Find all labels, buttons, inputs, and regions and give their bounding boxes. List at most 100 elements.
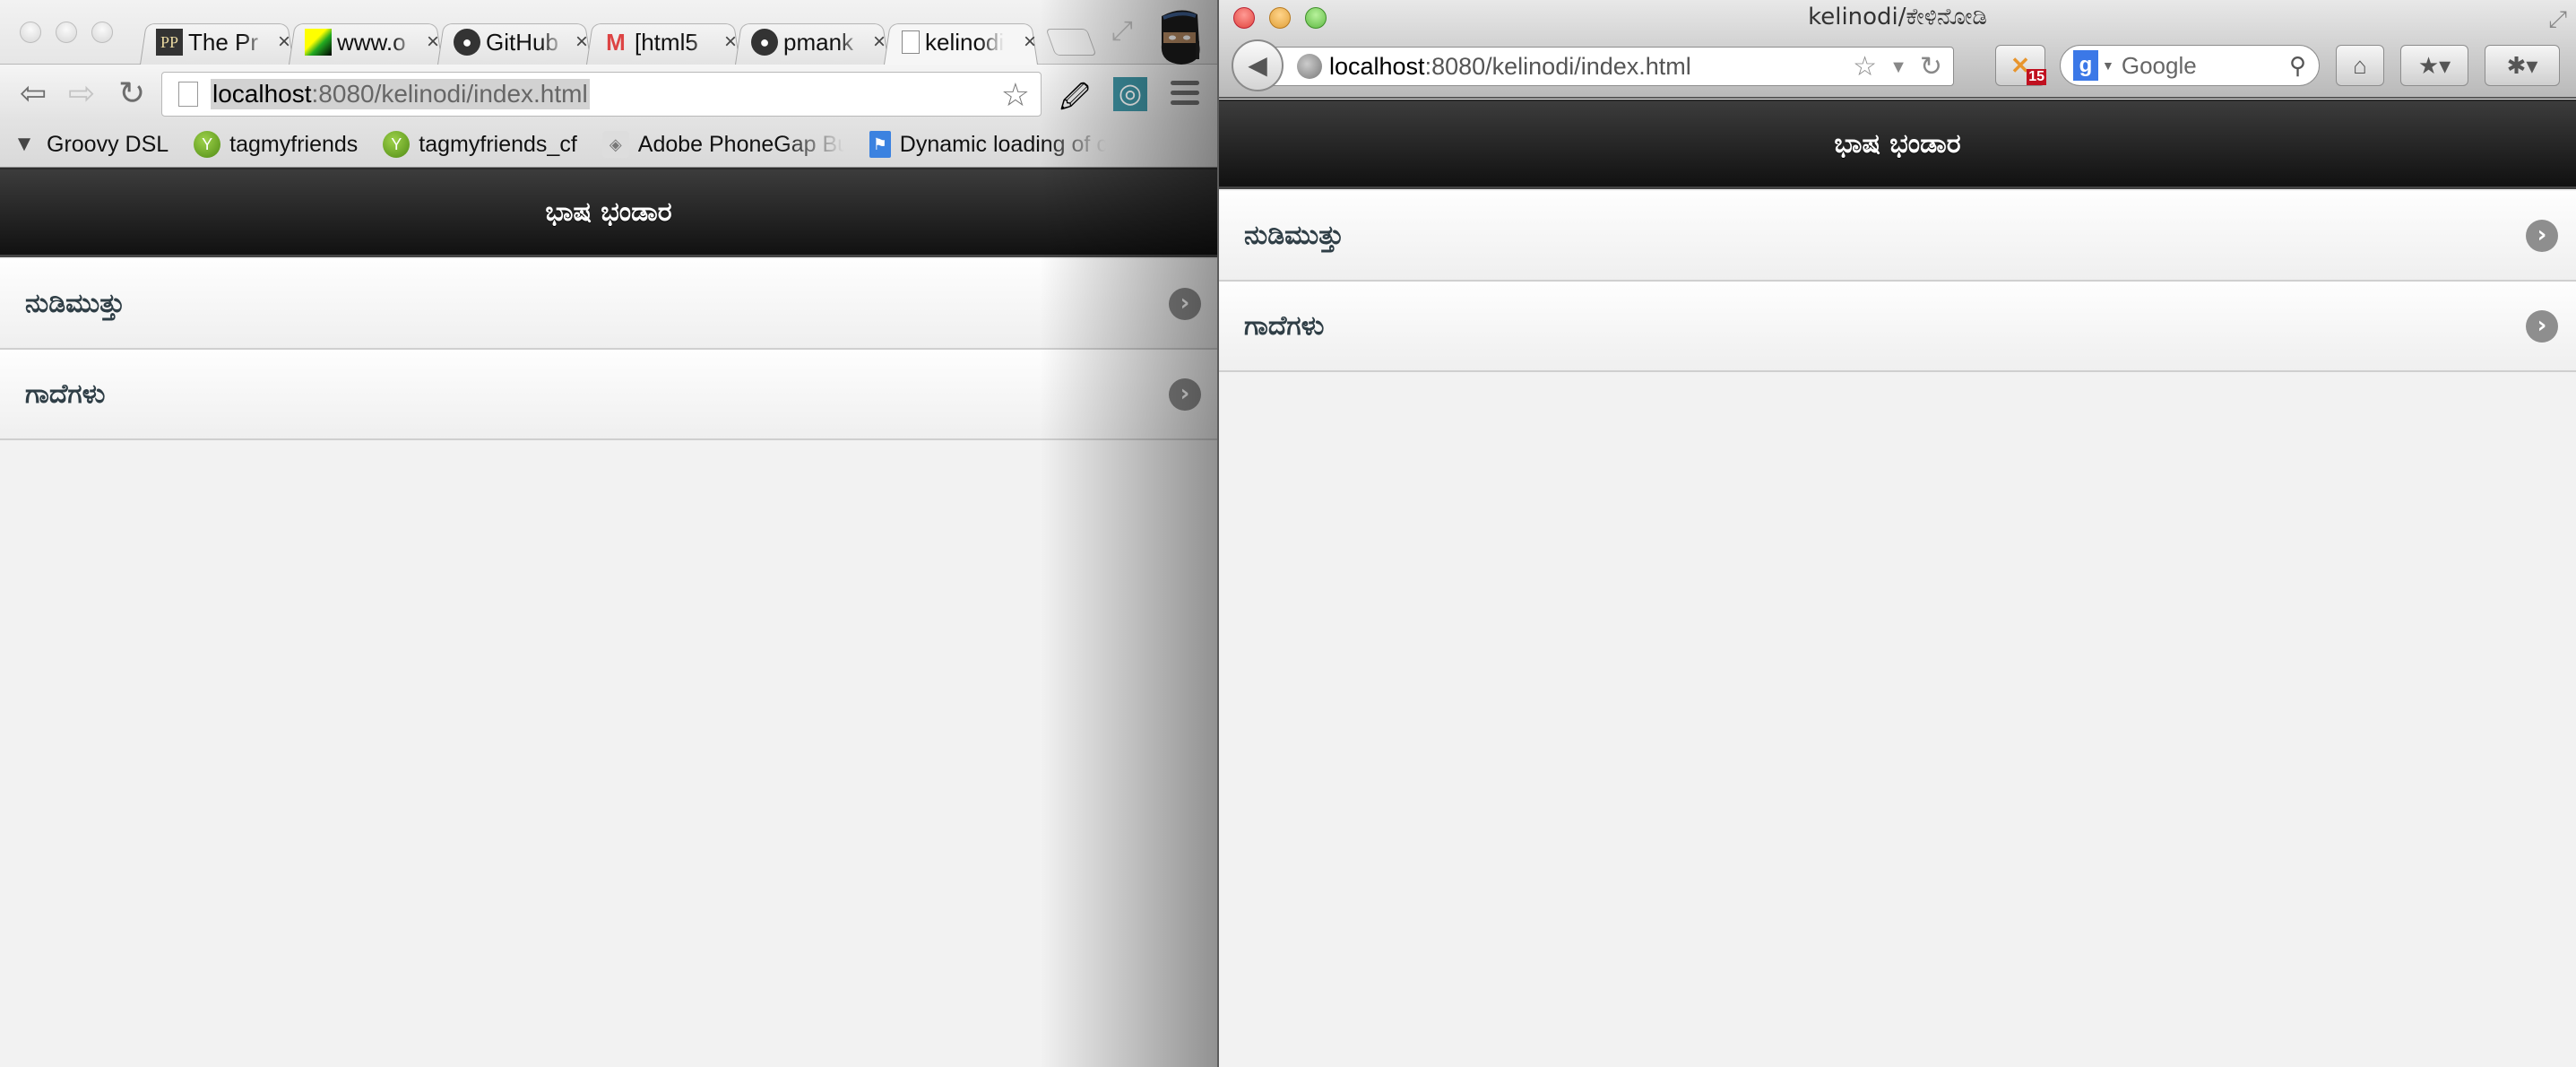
url-host: localhost [1329,52,1425,80]
eyedropper-extension-icon[interactable]: 🖉 [1059,77,1090,126]
maximize-window-button[interactable] [91,22,113,43]
tab-close-icon[interactable]: × [575,30,588,55]
nav-list: ನುಡಿಮುತ್ತು › ಗಾದೆಗಳು › [1219,191,2576,372]
list-item-gadegalu[interactable]: ಗಾದೆಗಳು › [1219,282,2576,372]
hamburger-menu-icon[interactable] [1171,81,1199,110]
tab-title: GitHub [486,28,558,56]
tab-close-icon[interactable]: × [724,30,737,55]
tab-pmank[interactable]: ● pmank × [751,20,886,65]
url-host: localhost [212,80,312,108]
fullscreen-icon[interactable]: ⤢ [2548,5,2567,34]
reload-icon[interactable]: ↻ [118,77,145,109]
tab-gmail[interactable]: M [html5 × [602,20,737,65]
extension-menu-button[interactable]: ✱▾ [2485,45,2560,86]
tagmyfriends-icon: Y [383,131,411,158]
bookmark-tagmyfriends[interactable]: Y tagmyfriends [194,131,358,158]
github-icon: ● [454,29,480,56]
chevron-right-icon: › [1169,287,1201,320]
tab-github[interactable]: ● GitHub × [454,20,588,65]
history-dropdown-icon[interactable]: ▼ [1889,51,1907,83]
bookmarks-bar: ▼ Groovy DSL Y tagmyfriends Y tagmyfrien… [0,122,1217,168]
tab-title: kelinodi [925,28,1004,56]
tab-close-icon[interactable]: × [278,30,290,55]
bookmark-label: tagmyfriends [229,131,359,157]
pp-logo-icon: PP [156,29,183,56]
address-bar[interactable]: localhost:8080/kelinodi/index.html ☆ [161,72,1042,117]
home-button[interactable]: ⌂ [2336,45,2384,86]
bookmark-dynamic-loading[interactable]: ⚑ Dynamic loading of c [869,131,1106,158]
tab-title: [html5 [635,28,698,56]
list-item-label: ಗಾದೆಗಳು [25,378,106,410]
page-header: ಭಾಷ ಭಂಡಾರ [1219,100,2576,189]
fullscreen-icon[interactable]: ⤢ [1111,16,1133,47]
tab-close-icon[interactable]: × [1024,30,1036,55]
list-item-label: ನುಡಿಮುತ್ತು [25,288,125,319]
bookmark-star-icon[interactable]: ☆ [1001,76,1030,114]
page-icon [178,82,198,107]
google-icon: g [2073,50,2098,81]
tab-www[interactable]: www.o × [305,20,439,65]
tab-the-pr[interactable]: PP The Pr × [156,20,290,65]
new-tab-button[interactable] [1045,29,1097,56]
page-title: ಭಾಷ ಭಂಡಾರ [1834,128,1961,160]
tab-title: www.o [337,28,406,56]
list-item-gadegalu[interactable]: ಗಾದೆಗಳು › [0,350,1217,440]
globe-icon [1297,54,1322,79]
search-engine-dropdown-icon[interactable]: ▼ [2102,58,2114,73]
chrome-toolbar: ⇦ ⇨ ↻ localhost:8080/kelinodi/index.html… [0,65,1217,122]
tab-kelinodi-active[interactable]: kelinodi × [902,20,1036,65]
incognito-ninja-icon [1161,10,1200,65]
tab-close-icon[interactable]: × [427,30,439,55]
back-button[interactable]: ◀ [1232,39,1284,91]
bookmarks-menu-button[interactable]: ★▾ [2400,45,2468,86]
gmail-icon: M [606,28,626,56]
chevron-right-icon: › [2526,309,2558,343]
url-path: :8080/kelinodi/index.html [311,80,588,108]
bookmark-label: Adobe PhoneGap Bui [637,131,844,157]
bookmark-label: Dynamic loading of c [899,131,1106,157]
notification-badge: 15 [2027,69,2046,85]
github-icon: ● [751,29,778,56]
list-item-label: ಗಾದೆಗಳು [1244,310,1325,342]
list-item-nudimuttu[interactable]: ನುಡಿಮುತ್ತು › [1219,191,2576,282]
list-item-nudimuttu[interactable]: ನುಡಿಮುತ್ತು › [0,259,1217,350]
search-box[interactable]: g ▼ Google ⚲ [2060,45,2320,86]
reload-icon[interactable]: ↻ [1920,51,1942,83]
search-icon[interactable]: ⚲ [2289,52,2306,80]
close-window-button[interactable] [20,22,41,43]
tab-title: The Pr [188,28,259,56]
addon-notification-button[interactable]: ✕ 15 [1995,45,2046,86]
funnel-icon: ▼ [13,132,35,156]
chevron-right-icon: › [1169,377,1201,411]
forward-arrow-icon[interactable]: ⇨ [68,77,95,109]
bookmark-star-icon[interactable]: ☆ [1853,51,1877,83]
minimize-window-button[interactable] [56,22,77,43]
home-icon: ⌂ [2353,51,2367,79]
bookmark-groovy-dsl[interactable]: ▼ Groovy DSL [11,131,169,158]
chrome-tab-strip: PP The Pr × www.o × ● GitHub × M [html5 … [0,0,1217,65]
pixel-art-icon [305,29,332,56]
bookmarks-star-icon: ★▾ [2417,51,2451,79]
url-path: :8080/kelinodi/index.html [1424,52,1691,80]
address-bar[interactable]: localhost:8080/kelinodi/index.html ☆ ▼ ↻ [1273,47,1954,86]
url-text[interactable]: localhost:8080/kelinodi/index.html [211,79,590,109]
page-header: ಭಾಷ ಭಂಡಾರ [0,168,1217,257]
page-icon [902,30,920,54]
swirl-extension-icon[interactable]: ◎ [1113,77,1147,111]
page-title: ಭಾಷ ಭಂಡಾರ [545,196,672,228]
bookmark-tagmyfriends-cf[interactable]: Y tagmyfriends_cf [383,131,577,158]
extension-bug-icon: ✱▾ [2506,51,2538,79]
bookmark-label: tagmyfriends_cf [419,131,577,157]
phonegap-icon: ◈ [601,131,629,158]
chevron-right-icon: › [2526,219,2558,252]
bookmark-label: Groovy DSL [47,131,169,157]
chrome-window: PP The Pr × www.o × ● GitHub × M [html5 … [0,0,1217,1067]
tagmyfriends-icon: Y [194,131,221,158]
window-title: kelinodi/ಕೇಳಿನೋಡಿ [1808,4,1987,30]
firefox-title-bar: kelinodi/ಕೇಳಿನೋಡಿ ⤢ ◀ localhost:8080/kel… [1219,0,2576,99]
back-arrow-icon[interactable]: ⇦ [20,77,47,109]
tab-close-icon[interactable]: × [873,30,886,55]
search-placeholder: Google [2121,51,2197,79]
bookmark-phonegap[interactable]: ◈ Adobe PhoneGap Bui [601,131,844,158]
firefox-window: kelinodi/ಕೇಳಿನೋಡಿ ⤢ ◀ localhost:8080/kel… [1217,0,2576,1067]
